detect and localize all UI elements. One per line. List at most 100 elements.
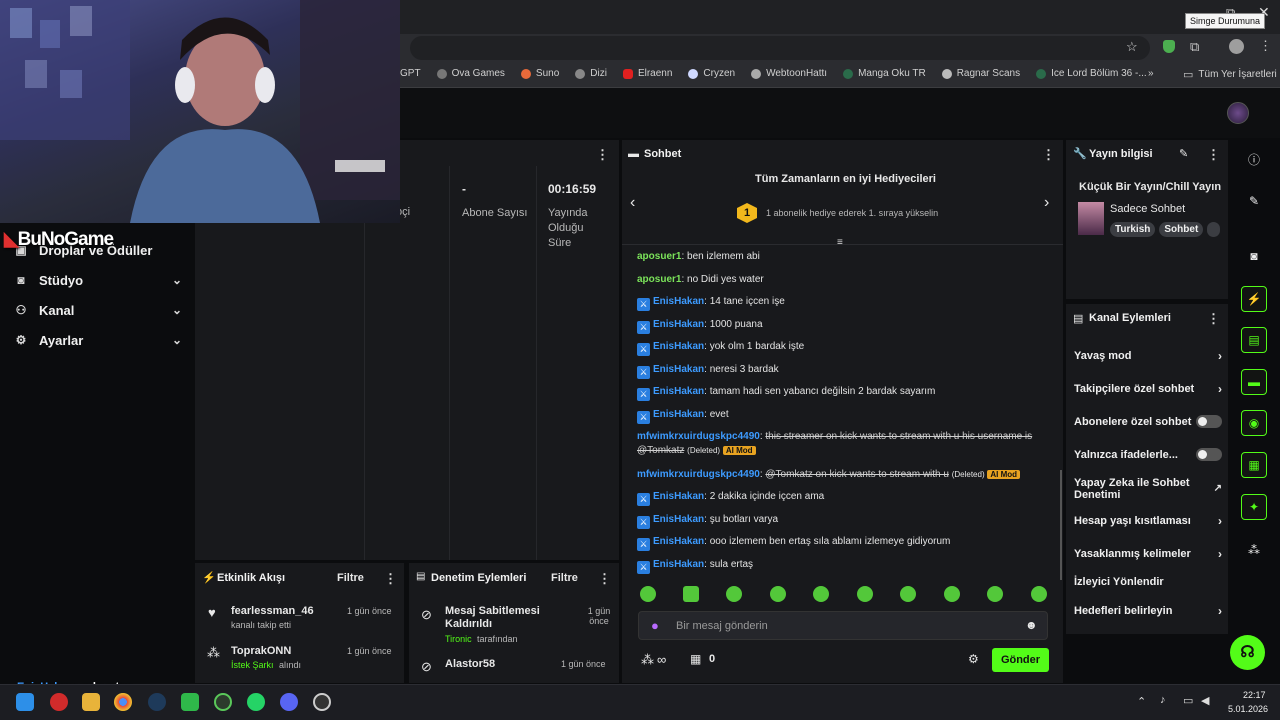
send-button[interactable]: Gönder bbox=[992, 648, 1049, 672]
star-icon[interactable]: ☆ bbox=[1126, 39, 1138, 55]
microphone-icon[interactable]: ● bbox=[651, 618, 659, 633]
chat-username[interactable]: EnisHakan bbox=[653, 341, 704, 352]
discord-icon[interactable] bbox=[280, 693, 298, 711]
clock-date[interactable]: 5.01.2026 bbox=[1228, 704, 1268, 714]
gear-icon[interactable]: ⚙ bbox=[968, 652, 979, 666]
emote-icon[interactable] bbox=[813, 586, 829, 602]
file-explorer-icon[interactable] bbox=[82, 693, 100, 711]
chat-username[interactable]: EnisHakan bbox=[653, 386, 704, 397]
tray-chevron-up-icon[interactable]: ⌃ bbox=[1137, 695, 1146, 708]
kebab-menu-icon[interactable]: ⋮ bbox=[1207, 311, 1220, 327]
chat-username[interactable]: EnisHakan bbox=[653, 296, 704, 307]
subscribers-only-toggle[interactable] bbox=[1196, 415, 1222, 428]
chat-username[interactable]: EnisHakan bbox=[653, 409, 704, 420]
chrome-icon[interactable] bbox=[114, 693, 132, 711]
volume-icon[interactable]: ◀ bbox=[1201, 694, 1209, 707]
chat-username[interactable]: EnisHakan bbox=[653, 536, 704, 547]
chat-username[interactable]: EnisHakan bbox=[653, 319, 704, 330]
bookmark-webtoonhatti[interactable]: WebtoonHattı bbox=[751, 68, 827, 79]
network-icon[interactable]: ▭ bbox=[1183, 694, 1193, 707]
chat-input[interactable]: ● Bir mesaj gönderin ☻ bbox=[638, 611, 1048, 640]
notepad-icon[interactable] bbox=[181, 693, 199, 711]
chat-username[interactable]: EnisHakan bbox=[653, 491, 704, 502]
wrench-icon[interactable]: ✦ bbox=[1241, 494, 1267, 520]
camera-icon[interactable]: ◙ bbox=[1241, 243, 1267, 269]
profile-icon[interactable] bbox=[1229, 39, 1244, 54]
bookmark-manga-oku[interactable]: Manga Oku TR bbox=[843, 68, 926, 79]
chat-username[interactable]: EnisHakan bbox=[653, 559, 704, 570]
chevron-left-icon[interactable]: ‹ bbox=[630, 194, 635, 212]
utorrent-icon[interactable] bbox=[214, 693, 232, 711]
windows-start-icon[interactable] bbox=[16, 693, 34, 711]
whatsapp-icon[interactable] bbox=[247, 693, 265, 711]
bookmark-cryzen[interactable]: Cryzen bbox=[688, 68, 735, 79]
emote-icon[interactable] bbox=[900, 586, 916, 602]
edit-icon[interactable]: ✎ bbox=[1241, 188, 1267, 214]
bookmark-ova-games[interactable]: Ova Games bbox=[436, 68, 505, 79]
info-icon[interactable]: ⓘ bbox=[1241, 146, 1267, 172]
points-icon[interactable]: ⁂ bbox=[1241, 537, 1267, 563]
obs-icon[interactable] bbox=[313, 693, 331, 711]
microphone-icon[interactable]: ♪ bbox=[1160, 694, 1166, 706]
chevron-right-icon[interactable]: › bbox=[1044, 194, 1049, 212]
action-account-age[interactable]: Hesap yaşı kısıtlaması › bbox=[1074, 514, 1222, 528]
sidebar-item-settings[interactable]: ⚙ Ayarlar ⌄ bbox=[14, 330, 182, 350]
kebab-menu-icon[interactable]: ⋮ bbox=[1207, 147, 1220, 163]
chat-username[interactable]: mfwimkrxuirdugskpc4490 bbox=[637, 431, 760, 442]
shield-extension-icon[interactable] bbox=[1163, 40, 1175, 53]
kebab-menu-icon[interactable]: ⋮ bbox=[384, 571, 397, 587]
chat-username[interactable]: EnisHakan bbox=[653, 364, 704, 375]
gift-icon[interactable]: ▦ bbox=[690, 652, 701, 666]
address-bar[interactable] bbox=[410, 36, 1150, 60]
bookmark-dizi[interactable]: Dizi bbox=[575, 68, 607, 79]
bookmark-elraenn[interactable]: Elraenn bbox=[622, 68, 672, 79]
bookmark-gpt[interactable]: GPT bbox=[400, 68, 421, 79]
action-set-goals[interactable]: Hedefleri belirleyin › bbox=[1074, 604, 1222, 618]
emote-icon[interactable] bbox=[640, 586, 656, 602]
bolt-icon[interactable]: ⚡ bbox=[1241, 286, 1267, 312]
chat-username[interactable]: EnisHakan bbox=[653, 514, 704, 525]
emote-icon[interactable] bbox=[726, 586, 742, 602]
broadcast-icon[interactable]: ◉ bbox=[1241, 410, 1267, 436]
edit-icon[interactable]: ✎ bbox=[1179, 147, 1188, 160]
all-bookmarks-button[interactable]: ▭ Tüm Yer İşaretleri bbox=[1183, 68, 1277, 81]
action-subscribers-only[interactable]: Abonelere özel sohbet bbox=[1074, 415, 1222, 428]
tag-overflow[interactable] bbox=[1207, 222, 1221, 237]
clock-time[interactable]: 22:17 bbox=[1243, 690, 1266, 700]
pinned-collapse-icon[interactable]: ≡ bbox=[837, 237, 843, 248]
emote-icon[interactable] bbox=[770, 586, 786, 602]
action-slow-mode[interactable]: Yavaş mod › bbox=[1074, 349, 1222, 363]
chat-bubble-icon[interactable]: ▬ bbox=[1241, 369, 1267, 395]
chat-username[interactable]: aposuer1 bbox=[637, 251, 681, 262]
bookmark-ice-lord[interactable]: Ice Lord Bölüm 36 -... bbox=[1036, 68, 1147, 79]
bookmarks-more-button[interactable]: » bbox=[1148, 68, 1154, 79]
category-name[interactable]: Sadece Sohbet bbox=[1110, 203, 1185, 215]
steam-icon[interactable] bbox=[148, 693, 166, 711]
support-headset-icon[interactable]: ☊ bbox=[1230, 635, 1265, 670]
moderation-filter-button[interactable]: Filtre bbox=[551, 572, 578, 584]
chat-scrollbar[interactable] bbox=[1060, 470, 1062, 580]
sidebar-item-channel[interactable]: ⚇ Kanal ⌄ bbox=[14, 300, 182, 320]
action-ai-moderation[interactable]: Yapay Zeka ile Sohbet Denetimi ↗ bbox=[1074, 477, 1222, 501]
kebab-menu-icon[interactable]: ⋮ bbox=[1042, 147, 1055, 163]
emotes-only-toggle[interactable] bbox=[1196, 448, 1222, 461]
emote-icon[interactable] bbox=[1031, 586, 1047, 602]
bookmark-suno[interactable]: Suno bbox=[520, 68, 559, 79]
action-followers-only[interactable]: Takipçilere özel sohbet › bbox=[1074, 382, 1222, 396]
action-emotes-only[interactable]: Yalnızca ifadelerle... bbox=[1074, 448, 1222, 461]
sidebar-item-studio[interactable]: ◙ Stüdyo ⌄ bbox=[14, 270, 182, 290]
channel-points-icon[interactable]: ⁂ bbox=[641, 652, 654, 668]
action-host-viewers[interactable]: İzleyici Yönlendir bbox=[1074, 576, 1222, 588]
user-avatar[interactable] bbox=[1227, 102, 1249, 124]
kebab-menu-icon[interactable]: ⋮ bbox=[598, 571, 611, 587]
tag[interactable]: Sohbet bbox=[1159, 222, 1204, 237]
emoji-icon[interactable]: ☻ bbox=[1025, 618, 1038, 632]
yandex-icon[interactable] bbox=[50, 693, 68, 711]
action-banned-words[interactable]: Yasaklanmış kelimeler › bbox=[1074, 547, 1222, 561]
layout-icon[interactable]: ▦ bbox=[1241, 452, 1267, 478]
chat-username[interactable]: aposuer1 bbox=[637, 274, 681, 285]
chat-username[interactable]: mfwimkrxuirdugskpc4490 bbox=[637, 469, 760, 480]
notes-icon[interactable]: ▤ bbox=[1241, 327, 1267, 353]
emote-icon[interactable] bbox=[987, 586, 1003, 602]
extensions-icon[interactable]: ⧉ bbox=[1190, 39, 1199, 55]
